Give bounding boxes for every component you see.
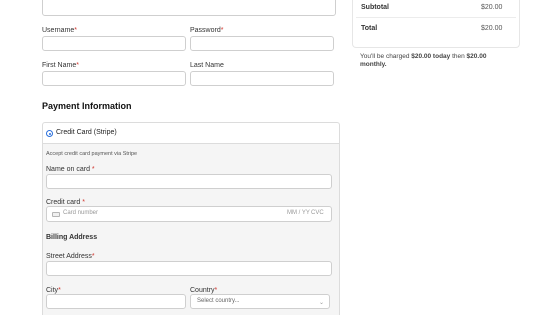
password-field[interactable] [190, 36, 334, 51]
subtotal-label: Subtotal [361, 4, 389, 11]
total-value: $20.00 [481, 25, 503, 32]
country-label: Country* [190, 287, 218, 294]
cvc-placeholder[interactable]: CVC [311, 210, 324, 216]
username-label: Username* [42, 27, 78, 34]
password-label: Password* [190, 27, 224, 34]
subtotal-value: $20.00 [481, 4, 503, 11]
payment-method-option[interactable]: Credit Card (Stripe) [42, 122, 340, 143]
payment-section-title: Payment Information [42, 101, 132, 111]
street-address-label: Street Address* [46, 253, 95, 260]
credit-card-label: Credit card * [46, 199, 85, 206]
summary-divider [356, 17, 516, 18]
total-label: Total [361, 25, 378, 32]
expiry-placeholder[interactable]: MM / YY [287, 210, 310, 216]
billing-address-title: Billing Address [46, 234, 98, 241]
card-number-input[interactable]: Card number MM / YY CVC [46, 206, 332, 222]
street-address-field[interactable] [46, 261, 332, 276]
name-on-card-field[interactable] [46, 174, 332, 189]
last-name-field[interactable] [190, 71, 334, 86]
top-input[interactable] [42, 0, 336, 16]
card-icon [52, 212, 60, 217]
last-name-label: Last Name [190, 62, 224, 69]
chevron-down-icon: ⌄ [318, 300, 324, 306]
first-name-label: First Name* [42, 62, 79, 69]
payment-method-description: Accept credit card payment via Stripe [46, 151, 138, 157]
username-field[interactable] [42, 36, 186, 51]
payment-method-label: Credit Card (Stripe) [56, 129, 117, 136]
radio-selected-icon[interactable] [46, 130, 53, 137]
city-field[interactable] [46, 294, 186, 309]
card-number-placeholder: Card number [63, 210, 99, 216]
country-select-value: Select country... [197, 298, 240, 304]
charge-notice: You'll be charged $20.00 today then $20.… [360, 53, 487, 68]
name-on-card-label: Name on card * [46, 166, 95, 173]
country-select[interactable]: Select country... ⌄ [190, 294, 330, 309]
city-label: City* [46, 287, 61, 294]
first-name-field[interactable] [42, 71, 186, 86]
